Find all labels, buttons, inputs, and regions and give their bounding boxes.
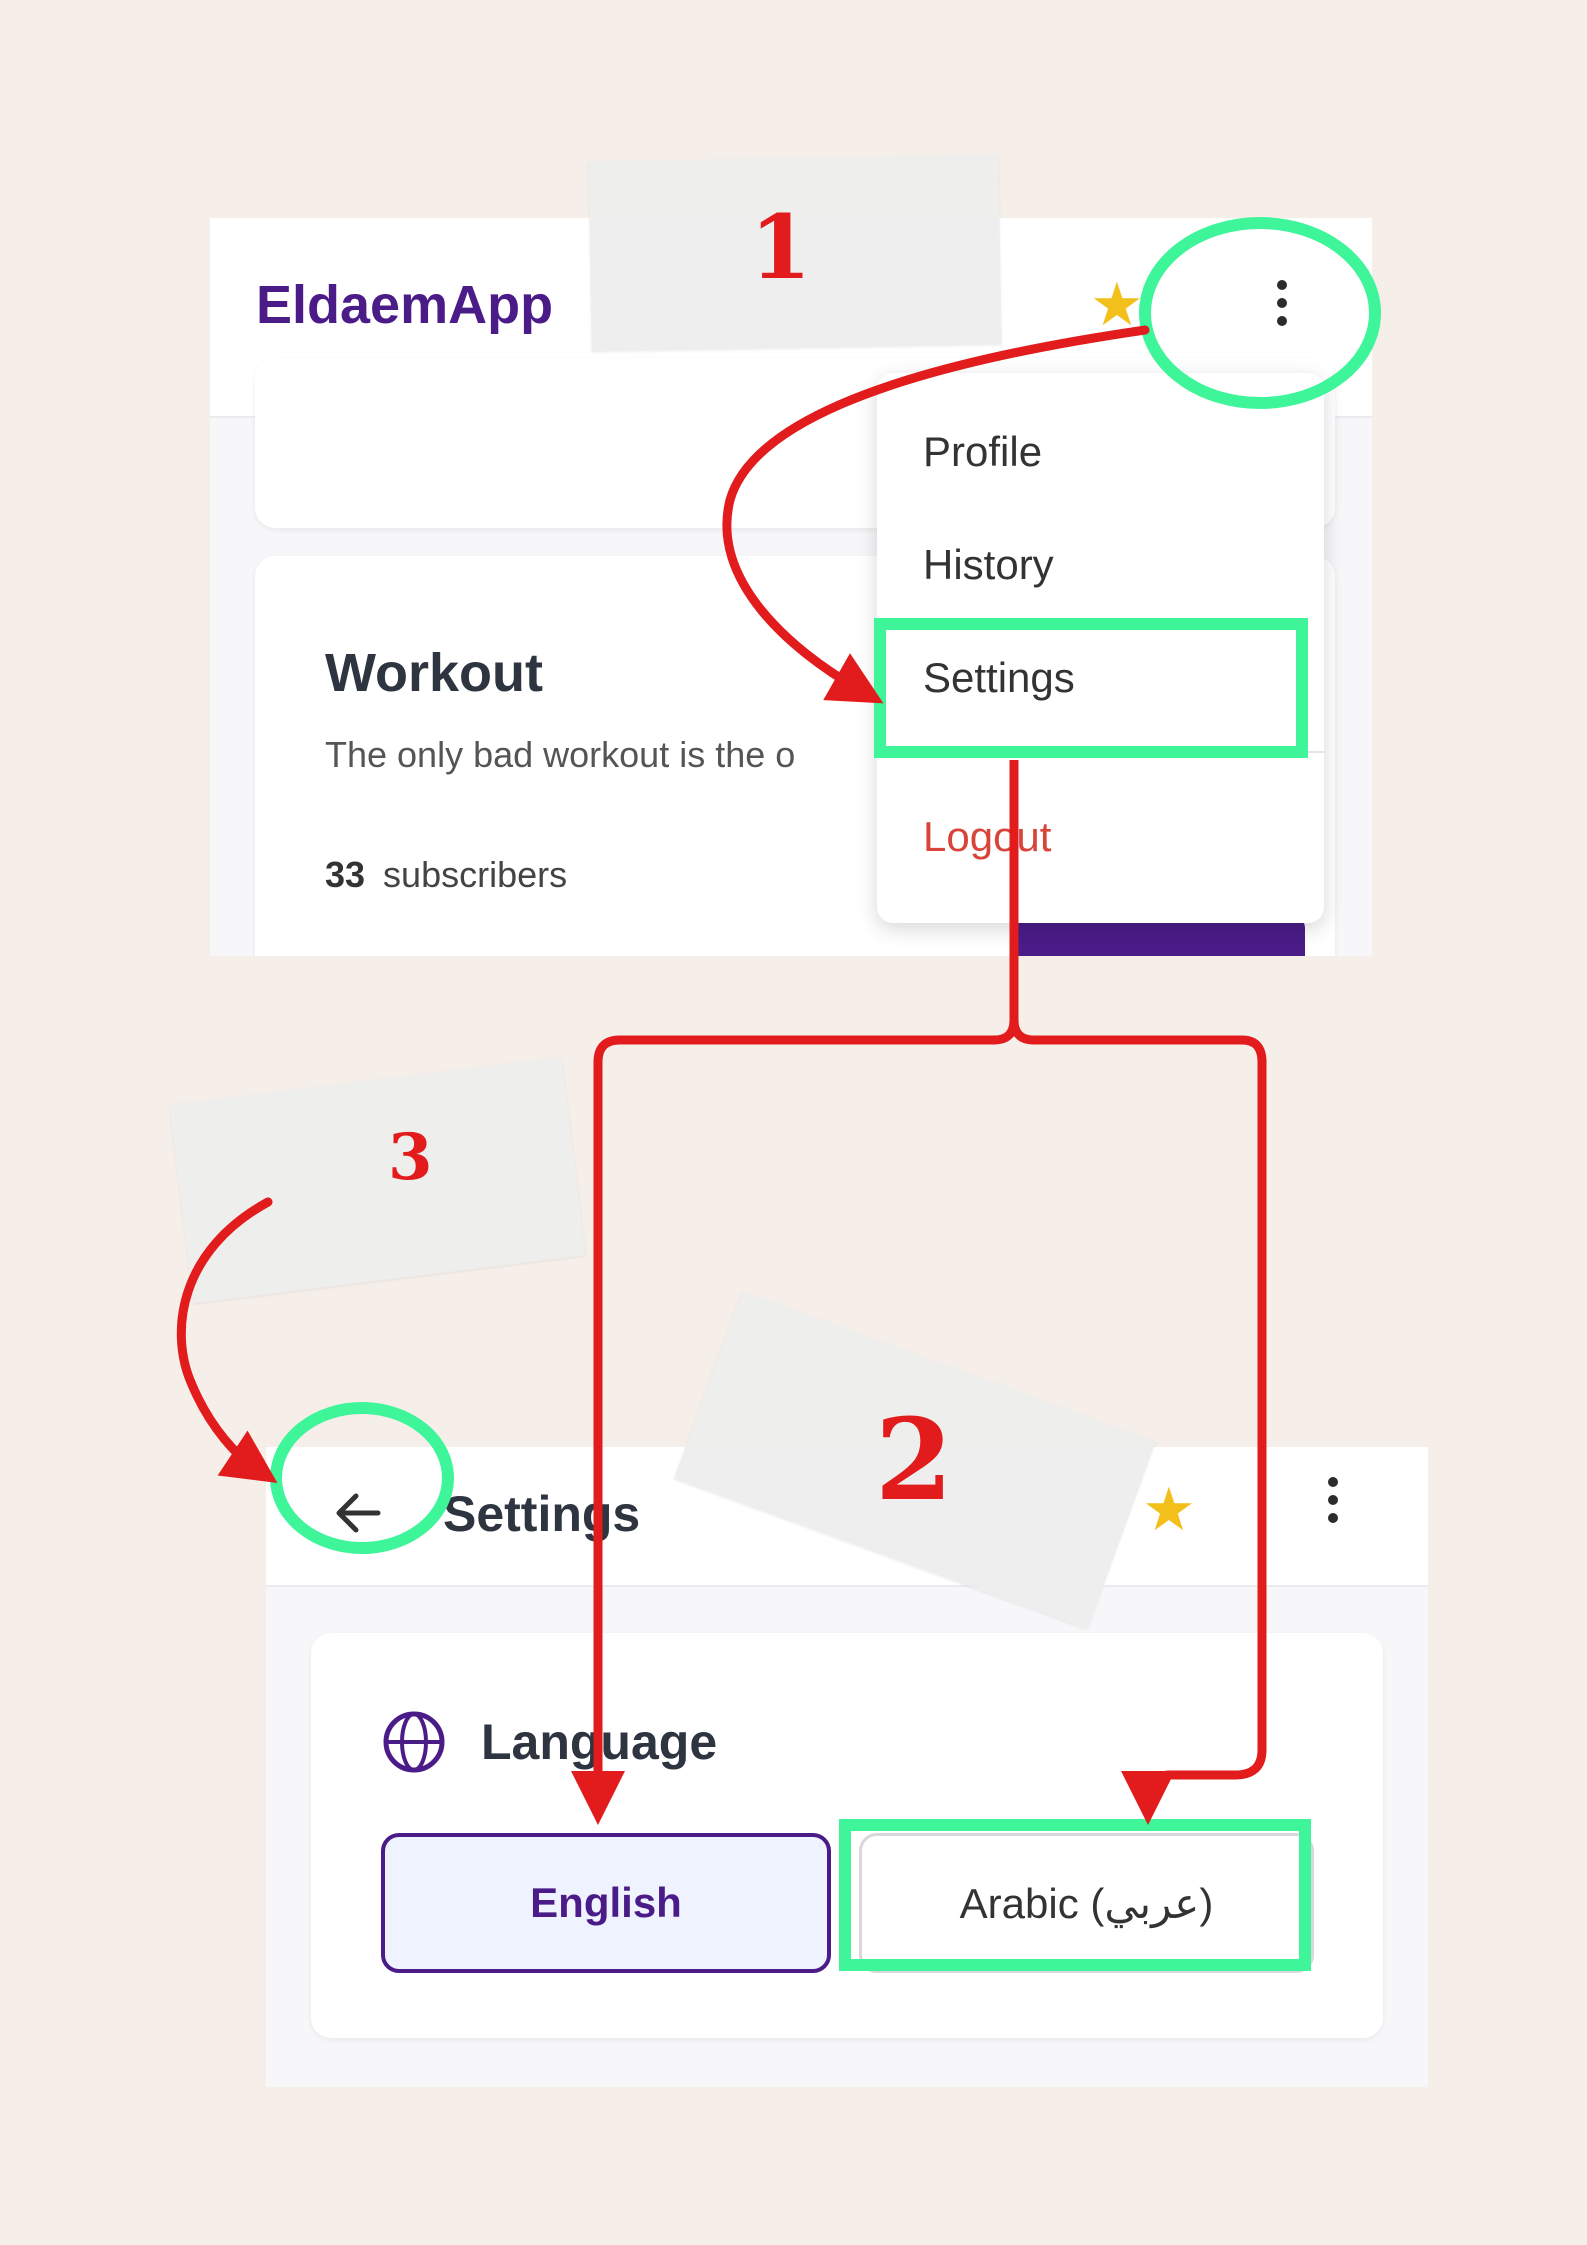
language-card: Language English Arabic (عربي) [311,1633,1383,2038]
star-icon[interactable]: ★ [1142,1475,1196,1545]
menu-item-logout[interactable]: Logout [923,813,1051,861]
language-english-button[interactable]: English [381,1833,831,1973]
settings-screenshot: Settings ★ Language English Arabic (عربي… [266,1447,1428,2087]
step-number-2: 2 [875,1395,953,1526]
app-title: EldaemApp [256,275,554,335]
subscriber-label: subscribers [383,854,568,895]
subscriber-number: 33 [325,854,366,895]
subscriber-count: 33 subscribers [325,854,567,896]
menu-item-profile[interactable]: Profile [923,428,1042,476]
more-menu-icon[interactable] [1323,1477,1343,1547]
step-number-1: 1 [750,195,812,299]
step-number-3: 3 [388,1120,433,1195]
back-arrow-icon[interactable] [330,1485,386,1541]
globe-icon [383,1711,445,1773]
menu-item-settings[interactable]: Settings [923,654,1075,702]
tape-strip-3 [169,1056,586,1304]
star-icon[interactable]: ★ [1090,270,1144,340]
language-heading: Language [481,1714,718,1770]
card-description: The only bad workout is the o [325,734,796,775]
language-arabic-button[interactable]: Arabic (عربي) [859,1833,1314,1973]
more-menu-icon[interactable] [1272,280,1292,350]
card-title: Workout [325,643,543,703]
menu-divider [877,751,1324,753]
menu-item-history[interactable]: History [923,541,1054,589]
page-title: Settings [443,1486,641,1542]
overflow-menu: Profile History Settings Logout [877,373,1324,923]
